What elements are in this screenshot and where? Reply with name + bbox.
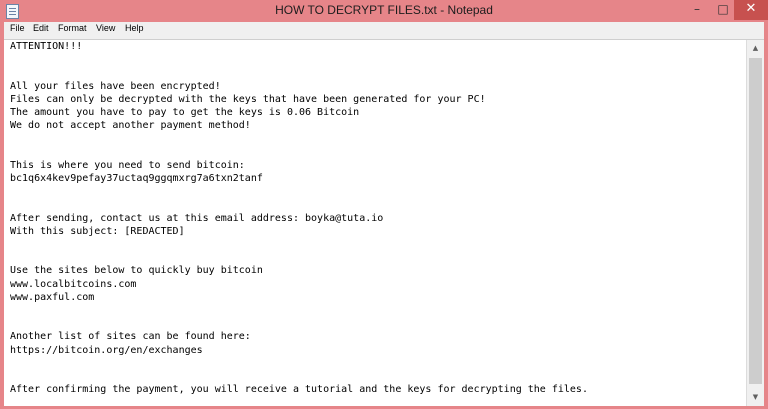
window-title: HOW TO DECRYPT FILES.txt - Notepad xyxy=(275,3,493,17)
text-line xyxy=(10,304,746,317)
text-line xyxy=(10,357,746,370)
menu-file[interactable]: File xyxy=(10,23,25,33)
text-line xyxy=(10,238,746,251)
title-bar[interactable]: HOW TO DECRYPT FILES.txt - Notepad – □ ✕ xyxy=(0,0,768,22)
text-line: www.localbitcoins.com xyxy=(10,278,137,290)
text-line: After sending, contact us at this email … xyxy=(10,212,384,224)
maximize-button[interactable]: □ xyxy=(710,0,736,20)
text-line xyxy=(10,251,746,264)
text-line xyxy=(10,66,746,79)
text-line: The amount you have to pay to get the ke… xyxy=(10,107,360,119)
scroll-up-arrow-icon[interactable]: ▲ xyxy=(747,40,764,57)
text-line: www.paxful.com xyxy=(10,291,95,303)
menu-help[interactable]: Help xyxy=(125,23,144,33)
notepad-window: HOW TO DECRYPT FILES.txt - Notepad – □ ✕… xyxy=(0,0,768,409)
text-line xyxy=(10,198,746,211)
text-line: Files can only be decrypted with the key… xyxy=(10,93,486,105)
text-line: We do not accept another payment method! xyxy=(10,120,251,132)
vertical-scrollbar[interactable]: ▲ ▼ xyxy=(746,40,764,406)
text-line xyxy=(10,132,746,145)
menu-edit[interactable]: Edit xyxy=(33,23,49,33)
menu-view[interactable]: View xyxy=(96,23,115,33)
close-button[interactable]: ✕ xyxy=(734,0,768,20)
text-line: Another list of sites can be found here: xyxy=(10,331,251,343)
text-line: This is where you need to send bitcoin: xyxy=(10,159,245,171)
text-line: https://bitcoin.org/en/exchanges xyxy=(10,344,203,356)
scroll-down-arrow-icon[interactable]: ▼ xyxy=(747,389,764,406)
minimize-button[interactable]: – xyxy=(684,0,710,20)
text-line: With this subject: [REDACTED] xyxy=(10,225,185,237)
text-line: After confirming the payment, you will r… xyxy=(10,384,588,396)
text-line: All your files have been encrypted! xyxy=(10,80,221,92)
text-line: bc1q6x4kev9pefay37uctaq9ggqmxrg7a6txn2ta… xyxy=(10,173,263,185)
text-editor-area[interactable]: ATTENTION!!! All your files have been en… xyxy=(4,40,746,406)
menu-format[interactable]: Format xyxy=(58,23,87,33)
document-text[interactable]: ATTENTION!!! All your files have been en… xyxy=(4,40,746,396)
text-line xyxy=(10,370,746,383)
text-line xyxy=(10,146,746,159)
text-line xyxy=(10,185,746,198)
text-line: ATTENTION!!! xyxy=(10,41,83,52)
text-line xyxy=(10,317,746,330)
menu-bar: File Edit Format View Help xyxy=(4,22,764,40)
text-line xyxy=(10,53,746,66)
scrollbar-thumb[interactable] xyxy=(749,58,762,384)
text-line: Use the sites below to quickly buy bitco… xyxy=(10,265,263,277)
